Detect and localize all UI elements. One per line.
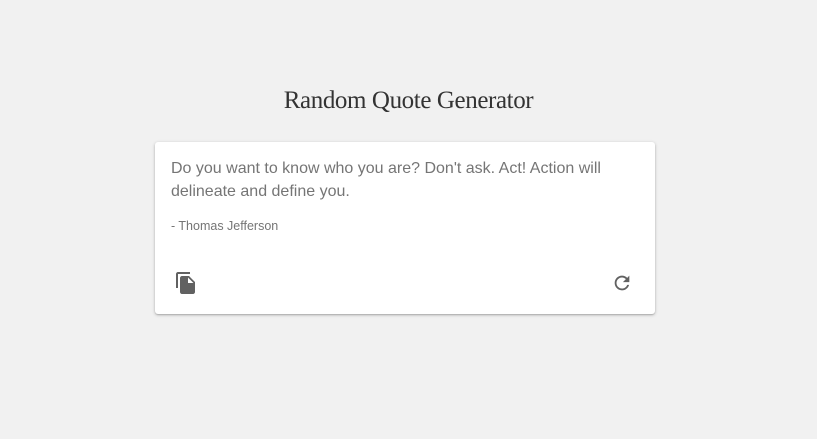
refresh-icon [611, 272, 633, 294]
quote-card: Do you want to know who you are? Don't a… [155, 142, 655, 314]
page-title: Random Quote Generator [283, 87, 534, 114]
refresh-button[interactable] [606, 267, 638, 299]
copy-icon [174, 271, 198, 295]
quote-author: - Thomas Jefferson [171, 219, 279, 233]
copy-button[interactable] [170, 267, 202, 299]
quote-text: Do you want to know who you are? Don't a… [171, 160, 601, 200]
